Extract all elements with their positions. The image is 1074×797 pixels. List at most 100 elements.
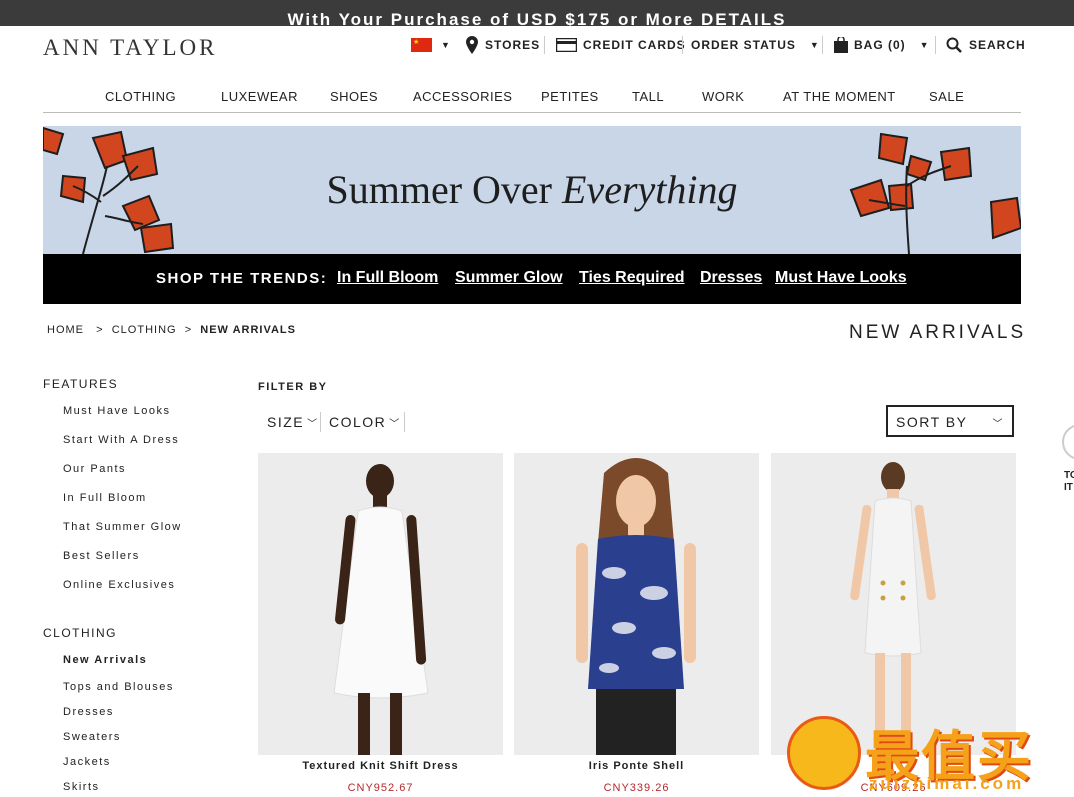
product-card[interactable]: Textured Knit Shift Dress CNY952.67: [258, 453, 503, 794]
location-pin-icon: [466, 36, 478, 54]
breadcrumb-separator: >: [96, 324, 104, 336]
nav-item-petites[interactable]: PETITES: [541, 89, 599, 104]
model-illustration: [333, 464, 429, 755]
flower-illustration-right: [849, 132, 1021, 254]
nav-item-sale[interactable]: SALE: [929, 89, 964, 104]
chevron-down-icon: ▼: [809, 40, 820, 50]
size-filter-label: SIZE: [267, 414, 305, 430]
sidebar-item-online-exclusives[interactable]: Online Exclusives: [63, 579, 175, 591]
breadcrumb-separator: >: [184, 324, 193, 336]
trend-link-ties-required[interactable]: Ties Required: [579, 269, 685, 287]
sidebar-item-tops-and-blouses[interactable]: Tops and Blouses: [63, 681, 174, 693]
product-card[interactable]: Iris Ponte Shell CNY339.26: [514, 453, 759, 794]
banner-headline-italic: Everything: [562, 167, 738, 212]
sidebar-item-new-arrivals[interactable]: New Arrivals: [63, 654, 147, 666]
product-name[interactable]: Iris Ponte Shell: [514, 760, 759, 772]
watermark: 最值买 zuizhimai.com: [787, 714, 1074, 797]
chevron-down-icon: ﹀: [307, 419, 319, 430]
product-card[interactable]: CNY609.26: [771, 453, 1016, 794]
nav-item-shoes[interactable]: SHOES: [330, 89, 378, 104]
shop-the-trends-bar: SHOP THE TRENDS: In Full Bloom Summer Gl…: [43, 254, 1021, 304]
divider: [404, 412, 405, 432]
sidebar-item-start-with-a-dress[interactable]: Start With A Dress: [63, 434, 179, 446]
back-to-top-label-line: TO: [1064, 470, 1074, 481]
sidebar-item-that-summer-glow[interactable]: That Summer Glow: [63, 521, 182, 533]
divider: [822, 36, 823, 54]
watermark-subtext: zuizhimai.com: [869, 774, 1025, 793]
breadcrumb-home[interactable]: HOME: [47, 324, 84, 336]
promo-bar[interactable]: With Your Purchase of USD $175 or More D…: [0, 0, 1074, 26]
product-name[interactable]: Textured Knit Shift Dress: [258, 760, 503, 772]
breadcrumb-current: NEW ARRIVALS: [200, 324, 296, 336]
credit-cards-link[interactable]: CREDIT CARDS: [556, 36, 686, 54]
shopping-bag-icon: [834, 37, 848, 53]
trends-label: SHOP THE TRENDS:: [156, 270, 328, 287]
sidebar-item-best-sellers[interactable]: Best Sellers: [63, 550, 140, 562]
search-icon: [946, 37, 962, 53]
sidebar-item-sweaters[interactable]: Sweaters: [63, 731, 121, 743]
promo-text[interactable]: With Your Purchase of USD $175 or More D…: [288, 10, 787, 26]
main-nav: CLOTHING LUXEWEAR SHOES ACCESSORIES PETI…: [43, 77, 1021, 113]
order-status-link[interactable]: ORDER STATUS ▼: [691, 36, 820, 54]
chevron-down-icon: ﹀: [389, 419, 401, 430]
sidebar-item-our-pants[interactable]: Our Pants: [63, 463, 126, 475]
bag-link[interactable]: BAG (0) ▼: [833, 36, 930, 54]
nav-item-work[interactable]: WORK: [702, 89, 744, 104]
page-title: NEW ARRIVALS: [849, 322, 1027, 343]
back-to-top-button[interactable]: [1062, 424, 1074, 460]
trend-link-dresses[interactable]: Dresses: [700, 269, 762, 287]
back-to-top-label: TO IT: [1064, 470, 1074, 494]
back-to-top-label-line: IT: [1064, 482, 1073, 493]
nav-item-tall[interactable]: TALL: [632, 89, 664, 104]
filter-by-label: FILTER BY: [258, 381, 328, 393]
bag-label: BAG (0): [854, 38, 906, 52]
credit-card-icon: [556, 38, 577, 52]
sidebar-item-must-have-looks[interactable]: Must Have Looks: [63, 405, 170, 417]
nav-item-clothing[interactable]: CLOTHING: [105, 89, 176, 104]
color-filter[interactable]: COLOR ﹀: [329, 414, 401, 430]
banner-headline-plain: Summer Over: [326, 167, 552, 212]
model-illustration: [850, 462, 936, 743]
sidebar-item-dresses[interactable]: Dresses: [63, 706, 114, 718]
sort-by-dropdown[interactable]: SORT BY ﹀: [886, 405, 1014, 437]
sidebar-item-jackets[interactable]: Jackets: [63, 756, 111, 768]
chevron-down-icon: ﹀: [992, 419, 1004, 430]
sidebar-item-in-full-bloom[interactable]: In Full Bloom: [63, 492, 147, 504]
search-label: SEARCH: [969, 38, 1026, 52]
size-filter[interactable]: SIZE ﹀: [267, 414, 319, 430]
sort-by-label: SORT BY: [896, 414, 968, 430]
stores-label: STORES: [485, 38, 541, 52]
nav-item-accessories[interactable]: ACCESSORIES: [413, 89, 512, 104]
sidebar-item-skirts[interactable]: Skirts: [63, 781, 100, 793]
stores-link[interactable]: STORES: [466, 36, 540, 54]
nav-item-luxewear[interactable]: LUXEWEAR: [221, 89, 298, 104]
breadcrumb: HOME > CLOTHING > NEW ARRIVALS: [47, 324, 296, 336]
model-illustration: [576, 458, 696, 755]
product-image[interactable]: [258, 453, 503, 755]
trend-link-must-have-looks[interactable]: Must Have Looks: [775, 269, 907, 287]
breadcrumb-clothing[interactable]: CLOTHING: [112, 324, 177, 336]
country-dropdown[interactable]: ▼: [441, 36, 451, 54]
divider: [320, 412, 321, 432]
divider: [544, 36, 545, 54]
brand-logo[interactable]: ANN TAYLOR: [43, 35, 217, 61]
color-filter-label: COLOR: [329, 414, 387, 430]
product-image[interactable]: [514, 453, 759, 755]
sidebar-heading-clothing: CLOTHING: [43, 626, 118, 640]
trend-link-summer-glow[interactable]: Summer Glow: [455, 269, 563, 287]
divider: [682, 36, 683, 54]
product-price: CNY339.26: [603, 782, 670, 794]
sidebar-heading-features: FEATURES: [43, 377, 119, 391]
divider: [935, 36, 936, 54]
chevron-down-icon: ▼: [919, 40, 930, 50]
product-price: CNY952.67: [347, 782, 414, 794]
hero-banner[interactable]: Summer Over Everything: [43, 126, 1021, 254]
watermark-logo-icon: [787, 716, 861, 790]
trend-link-in-full-bloom[interactable]: In Full Bloom: [337, 269, 438, 287]
product-image[interactable]: [771, 453, 1016, 755]
china-flag-icon[interactable]: ★: [411, 38, 432, 52]
nav-item-at-the-moment[interactable]: AT THE MOMENT: [783, 89, 896, 104]
search-button[interactable]: SEARCH: [946, 36, 1026, 54]
chevron-down-icon: ▼: [441, 40, 451, 50]
credit-cards-label: CREDIT CARDS: [583, 38, 686, 52]
